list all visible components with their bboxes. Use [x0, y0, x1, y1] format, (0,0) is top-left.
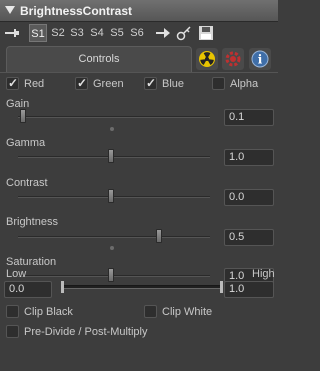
gamma-label: Gamma: [6, 137, 46, 149]
saturation-slider-thumb[interactable]: [108, 268, 114, 282]
slot-s3-button[interactable]: S3: [68, 24, 86, 42]
default-marker: [110, 127, 114, 131]
red-checkbox[interactable]: ✓: [6, 76, 19, 90]
brightness-slider-thumb[interactable]: [156, 229, 162, 243]
clip-white-checkbox[interactable]: [144, 305, 157, 318]
range-low-handle[interactable]: [61, 281, 64, 293]
clip-white-label: Clip White: [162, 306, 213, 318]
range-high-handle[interactable]: [220, 281, 223, 293]
gain-label: Gain: [6, 98, 30, 110]
radioactive-icon[interactable]: [196, 48, 218, 70]
high-value-field[interactable]: 1.0: [224, 281, 274, 298]
checkmark-icon: ✓: [146, 76, 157, 90]
tab-controls[interactable]: Controls: [6, 46, 192, 72]
blue-checkbox[interactable]: ✓: [144, 76, 157, 90]
clip-black-checkbox[interactable]: [6, 305, 19, 318]
high-label: High: [252, 268, 275, 280]
alpha-label: Alpha: [230, 78, 259, 90]
save-icon[interactable]: [198, 25, 214, 41]
contrast-label: Contrast: [6, 177, 48, 189]
low-label: Low: [6, 268, 27, 280]
collapse-arrow-icon[interactable]: [5, 6, 15, 14]
alpha-checkbox[interactable]: [212, 77, 225, 90]
red-label: Red: [24, 78, 45, 90]
slot-s6-button[interactable]: S6: [128, 24, 146, 42]
slot-s2-button[interactable]: S2: [49, 24, 67, 42]
checkmark-icon: ✓: [77, 76, 88, 90]
contrast-slider-track[interactable]: [18, 196, 210, 198]
contrast-slider-thumb[interactable]: [108, 189, 114, 203]
slot-s4-button[interactable]: S4: [88, 24, 106, 42]
title-bar: BrightnessContrast: [0, 0, 278, 22]
key-icon[interactable]: [176, 25, 192, 41]
brightness-slider-track[interactable]: [18, 236, 210, 238]
default-marker: [110, 246, 114, 250]
gain-slider-thumb[interactable]: [20, 109, 26, 123]
gamma-slider-track[interactable]: [18, 156, 210, 158]
contrast-value-field[interactable]: 0.0: [224, 189, 274, 206]
checkmark-icon: ✓: [8, 76, 19, 90]
arrow-right-icon[interactable]: [155, 25, 171, 41]
saturation-slider-track[interactable]: [18, 275, 210, 277]
gain-slider-track[interactable]: [18, 116, 210, 118]
pin-icon[interactable]: [4, 27, 20, 39]
info-icon[interactable]: i: [249, 48, 271, 70]
gear-icon[interactable]: [222, 48, 244, 70]
gamma-value-field[interactable]: 1.0: [224, 149, 274, 166]
green-label: Green: [93, 78, 124, 90]
range-slider-track[interactable]: [62, 285, 222, 289]
clip-black-label: Clip Black: [24, 306, 73, 318]
gain-value-field[interactable]: 0.1: [224, 109, 274, 126]
toolbar: S1 S2 S3 S4 S5 S6: [0, 22, 278, 44]
green-checkbox[interactable]: ✓: [75, 76, 88, 90]
blue-label: Blue: [162, 78, 185, 90]
pre-divide-post-multiply-checkbox[interactable]: [6, 325, 19, 338]
tab-strip: Controls i: [0, 44, 278, 72]
slot-s5-button[interactable]: S5: [108, 24, 126, 42]
low-value-field[interactable]: 0.0: [4, 281, 52, 298]
tool-title: BrightnessContrast: [20, 4, 133, 18]
svg-text:i: i: [258, 53, 263, 67]
brightness-value-field[interactable]: 0.5: [224, 229, 274, 246]
gamma-slider-thumb[interactable]: [108, 149, 114, 163]
slot-s1-button[interactable]: S1: [29, 24, 47, 42]
pre-divide-post-multiply-label: Pre-Divide / Post-Multiply: [24, 326, 148, 338]
brightness-label: Brightness: [6, 216, 58, 228]
saturation-label: Saturation: [6, 256, 57, 268]
